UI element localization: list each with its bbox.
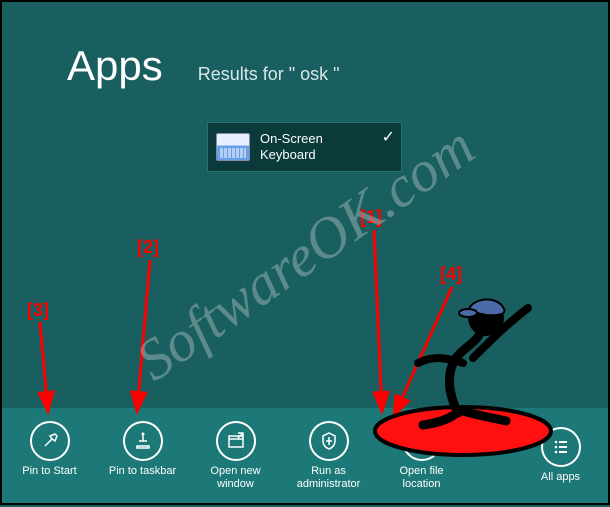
annotation-4: [4] xyxy=(440,264,462,285)
checkmark-icon: ✓ xyxy=(382,127,395,147)
pin-to-taskbar-button[interactable]: Pin to taskbar xyxy=(105,421,180,490)
keyboard-icon xyxy=(216,133,250,161)
search-result-tile[interactable]: On-Screen Keyboard ✓ xyxy=(207,122,402,172)
window-icon xyxy=(216,421,256,461)
annotation-3: [3] xyxy=(27,300,49,321)
open-new-window-button[interactable]: Open new window xyxy=(198,421,273,490)
annotation-2: [2] xyxy=(137,237,159,258)
search-results-label: Results for " osk " xyxy=(198,64,340,85)
pin-taskbar-icon xyxy=(123,421,163,461)
shield-icon xyxy=(309,421,349,461)
run-as-admin-button[interactable]: Run as administrator xyxy=(291,421,366,490)
pin-icon xyxy=(30,421,70,461)
open-file-location-button[interactable]: Open file location xyxy=(384,421,459,490)
pin-to-start-button[interactable]: Pin to Start xyxy=(12,421,87,490)
annotation-1: [1] xyxy=(360,207,382,228)
tile-label: On-Screen Keyboard xyxy=(260,131,323,162)
all-apps-button[interactable]: All apps xyxy=(523,427,598,484)
page-title: Apps xyxy=(67,42,163,90)
folder-icon xyxy=(402,421,442,461)
app-bar: Pin to Start Pin to taskbar Open new win… xyxy=(2,408,608,503)
all-apps-icon xyxy=(541,427,581,467)
